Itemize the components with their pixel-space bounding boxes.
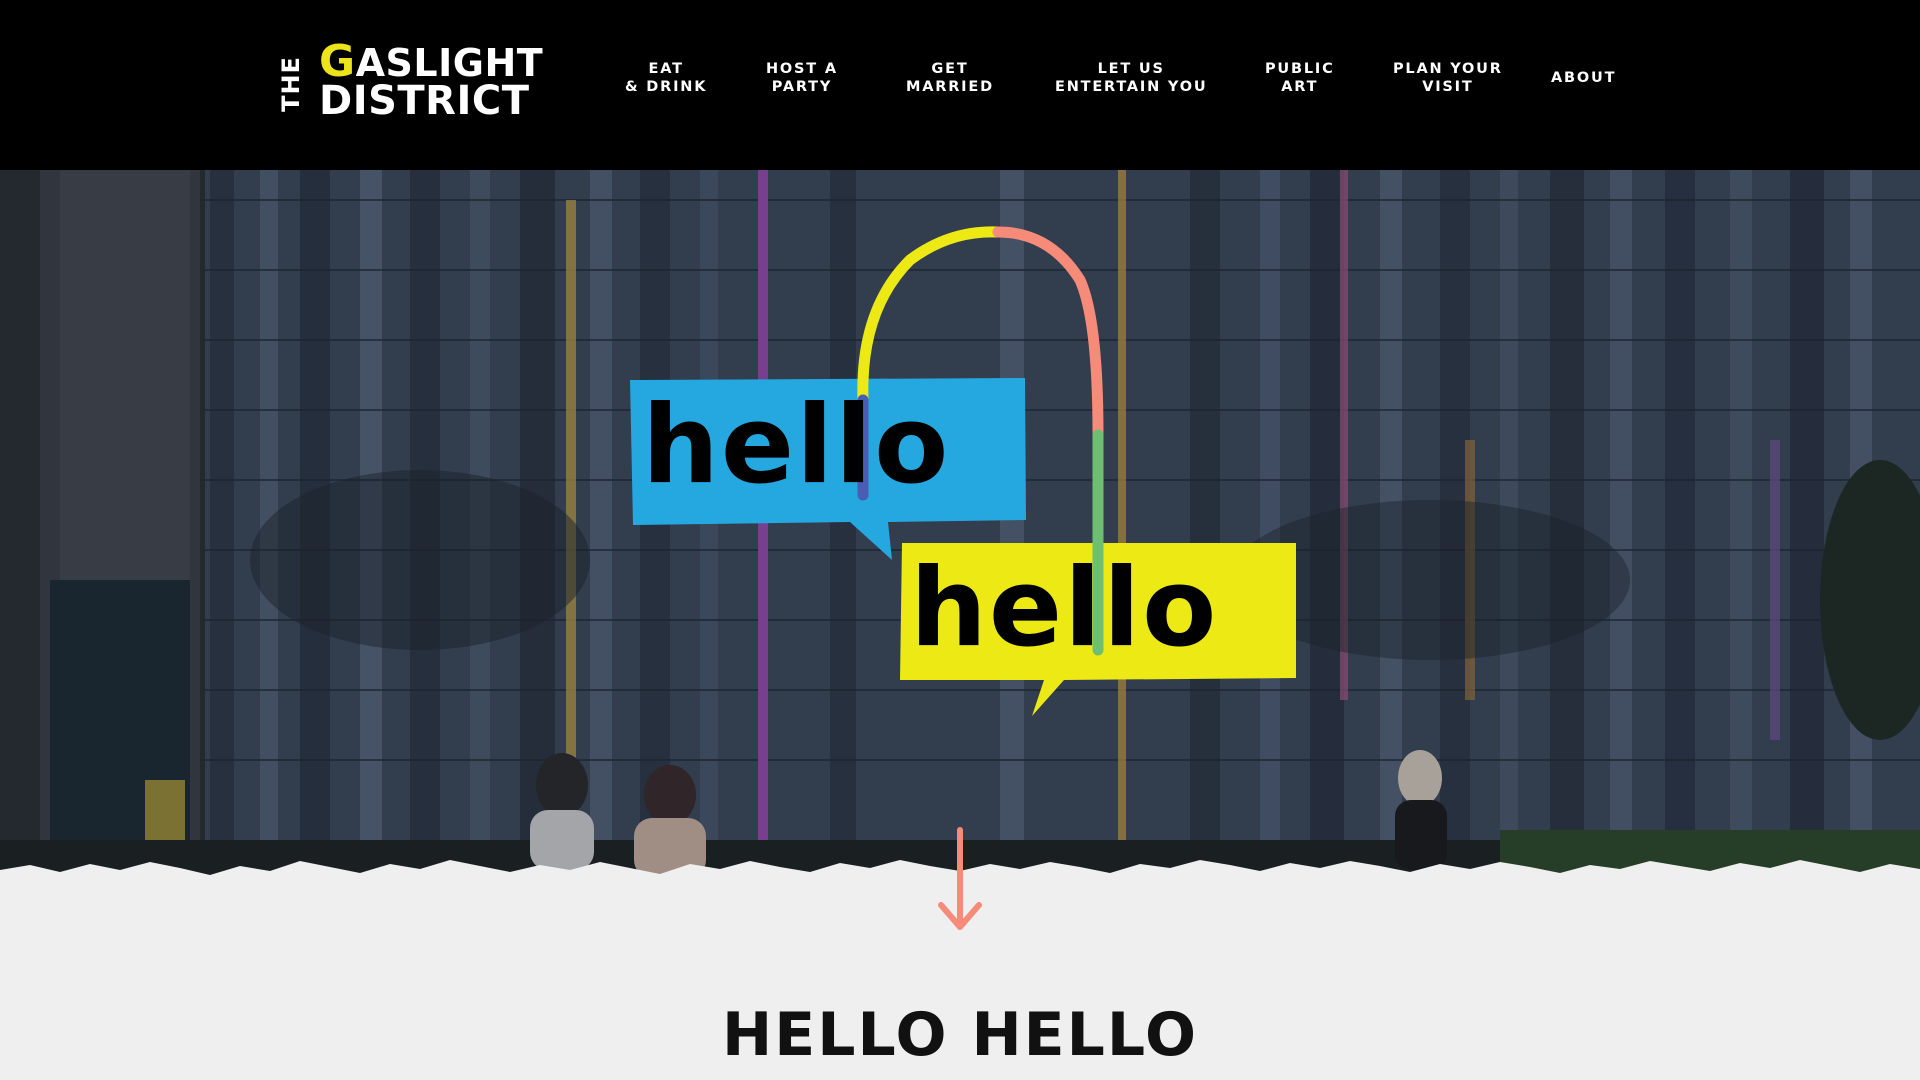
section-heading: HELLO HELLO bbox=[722, 1000, 1198, 1070]
logo-district: DISTRICT bbox=[319, 78, 530, 124]
hello-word-bottom: hello bbox=[910, 546, 1219, 671]
nav-eat-drink[interactable]: EAT & DRINK bbox=[625, 60, 707, 96]
nav-public-art[interactable]: PUBLIC ART bbox=[1265, 60, 1335, 96]
logo-the: THE bbox=[276, 56, 305, 112]
nav-about[interactable]: ABOUT bbox=[1551, 69, 1616, 87]
site-logo[interactable]: THE GASLIGHT DISTRICT bbox=[276, 36, 585, 125]
nav-get-married[interactable]: GET MARRIED bbox=[906, 60, 994, 96]
logo-gaslight: GASLIGHT bbox=[319, 36, 544, 87]
site-header: THE GASLIGHT DISTRICT EAT & DRINK HOST AP… bbox=[0, 0, 1920, 170]
arrow-down-icon[interactable] bbox=[935, 825, 985, 935]
nav-host-a-party[interactable]: HOST A PARTY bbox=[766, 60, 838, 96]
nav-entertain[interactable]: LET US ENTERTAIN YOU bbox=[1055, 60, 1207, 96]
nav-plan-visit[interactable]: PLAN YOUR VISIT bbox=[1393, 60, 1503, 96]
hello-word-top: hello bbox=[642, 383, 951, 508]
